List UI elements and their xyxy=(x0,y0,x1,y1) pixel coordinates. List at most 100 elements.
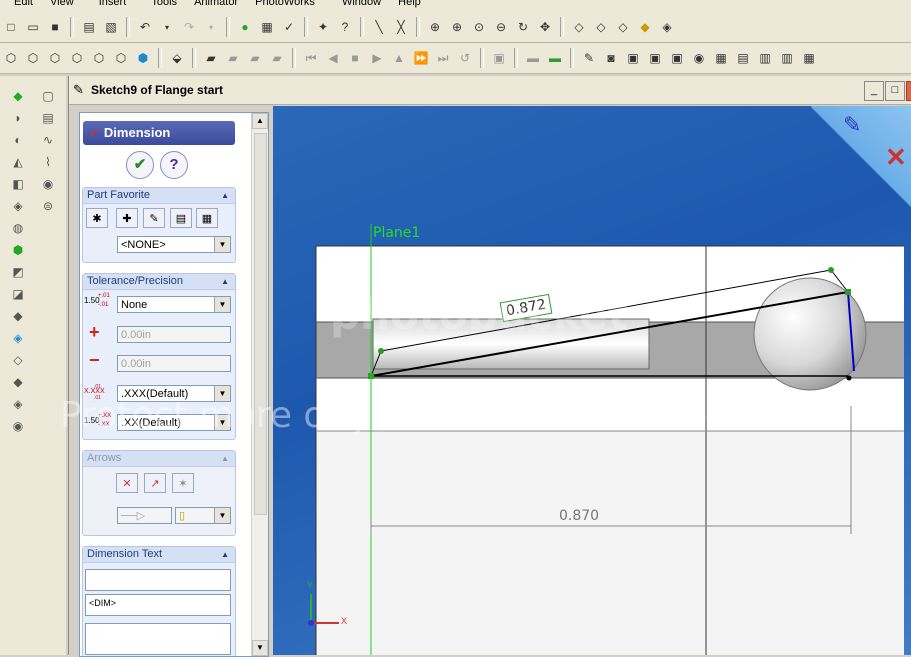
menu-insert[interactable]: Insert xyxy=(99,0,127,8)
scroll-thumb[interactable] xyxy=(254,133,267,515)
save-icon[interactable]: ■ xyxy=(46,18,64,36)
menu-tools[interactable]: Tools xyxy=(151,0,177,8)
view-iso-icon[interactable]: ⬢ xyxy=(134,49,152,67)
dome-icon[interactable]: ◈ xyxy=(10,330,26,346)
help-icon[interactable]: ? xyxy=(336,18,354,36)
motion2-icon[interactable]: ▰ xyxy=(246,49,264,67)
chevron-down-icon[interactable]: ▼ xyxy=(214,508,230,523)
paste-icon[interactable]: ▥ xyxy=(778,49,796,67)
chevron-down-icon[interactable]: ▼ xyxy=(214,237,230,252)
zoom-area-icon[interactable]: ⊙ xyxy=(470,18,488,36)
cancel-sketch-icon[interactable]: ✕ xyxy=(885,142,907,173)
skip-start-icon[interactable]: ⏮ xyxy=(302,49,320,67)
skip-end-icon[interactable]: ⏭ xyxy=(434,49,452,67)
chevron-down-icon[interactable]: ▼ xyxy=(214,415,230,430)
sketch-3d-icon[interactable]: ▤ xyxy=(40,110,56,126)
fast-forward-icon[interactable]: ⏩ xyxy=(412,49,430,67)
arrows-header[interactable]: Arrows ▲ xyxy=(83,451,235,467)
save-animation-icon[interactable]: ▬ xyxy=(524,49,542,67)
horizontal-dimension-label[interactable]: 0.870 xyxy=(559,508,599,524)
zoom-in-icon[interactable]: ⊕ xyxy=(448,18,466,36)
rib-icon[interactable]: ◩ xyxy=(10,264,26,280)
shell-icon[interactable]: ⬢ xyxy=(10,242,26,258)
render-icon[interactable]: ✎ xyxy=(580,49,598,67)
scroll-up-icon[interactable]: ▲ xyxy=(252,113,268,129)
camera-icon[interactable]: ◙ xyxy=(602,49,620,67)
graphics-area[interactable]: Plane1 0.872 0.870 Y X ✎ ✕ xyxy=(273,106,911,655)
loft-icon[interactable]: ◭ xyxy=(10,154,26,170)
exit-sketch-icon[interactable]: ✎ xyxy=(843,112,861,138)
view-left-icon[interactable]: ⬡ xyxy=(46,49,64,67)
collapse-icon[interactable]: ▲ xyxy=(221,451,229,466)
decal-icon[interactable]: ◉ xyxy=(690,49,708,67)
view-top-icon[interactable]: ⬡ xyxy=(90,49,108,67)
dimension-text-below-field[interactable] xyxy=(85,623,231,655)
arrows-inside-icon[interactable]: ↗ xyxy=(144,473,166,493)
apply-favorite-icon[interactable]: ✱ xyxy=(86,208,108,228)
maximize-button[interactable]: □ xyxy=(885,81,905,101)
leader-style-select[interactable]: ▯ ▼ xyxy=(175,507,231,524)
menu-help[interactable]: Help xyxy=(398,0,421,8)
favorite-select[interactable]: <NONE> ▼ xyxy=(117,236,231,253)
offset-icon[interactable]: ⊜ xyxy=(40,198,56,214)
layers-icon[interactable]: ▤ xyxy=(734,49,752,67)
centerline-icon[interactable]: ⌇ xyxy=(40,154,56,170)
dimension-text-above-field[interactable] xyxy=(85,569,231,591)
redo-icon[interactable]: ↷ xyxy=(180,18,198,36)
collapse-icon[interactable]: ▲ xyxy=(221,188,229,203)
stop-icon[interactable]: ■ xyxy=(346,49,364,67)
rewind-icon[interactable]: ◀ xyxy=(324,49,342,67)
line-tool-icon[interactable]: ╲ xyxy=(370,18,388,36)
view-back-icon[interactable]: ⬡ xyxy=(24,49,42,67)
close-button[interactable] xyxy=(906,81,911,101)
chevron-down-icon[interactable]: ▼ xyxy=(214,386,230,401)
dimension-text-dim-field[interactable]: <DIM> xyxy=(85,594,231,616)
sweep-icon[interactable]: ◐ xyxy=(10,132,26,148)
extrude-icon[interactable]: ◆ xyxy=(10,88,26,104)
tolerance-precision-select[interactable]: .XX(Default) ▼ xyxy=(117,414,231,431)
options-grid-icon[interactable]: ▦ xyxy=(712,49,730,67)
motion3-icon[interactable]: ▰ xyxy=(268,49,286,67)
photo-icon[interactable]: ▦ xyxy=(800,49,818,67)
view-bottom-icon[interactable]: ⬡ xyxy=(112,49,130,67)
save-favorite-icon[interactable]: ▦ xyxy=(196,208,218,228)
ok-button[interactable]: ✔ xyxy=(126,151,154,179)
shaded-icon[interactable]: ◆ xyxy=(636,18,654,36)
arrows-smart-icon[interactable]: ✶ xyxy=(172,473,194,493)
animator-icon[interactable]: ▰ xyxy=(202,49,220,67)
help-button[interactable]: ? xyxy=(160,151,188,179)
menu-window[interactable]: Window xyxy=(342,0,381,8)
wireframe-icon[interactable]: ◇ xyxy=(570,18,588,36)
plane-icon[interactable]: ◉ xyxy=(10,418,26,434)
spline-icon[interactable]: ∿ xyxy=(40,132,56,148)
options-icon[interactable]: ✓ xyxy=(280,18,298,36)
menu-edit[interactable]: Edit xyxy=(14,0,33,8)
lights-icon[interactable]: ▣ xyxy=(646,49,664,67)
dropdown-arrow-icon[interactable]: ▾ xyxy=(158,18,176,36)
tolerance-type-select[interactable]: None ▼ xyxy=(117,296,231,313)
menu-photoworks[interactable]: PhotoWorks xyxy=(255,0,315,8)
open-folder-icon[interactable]: ▭ xyxy=(24,18,42,36)
rebuild-icon[interactable]: ● xyxy=(236,18,254,36)
export-icon[interactable]: ▬ xyxy=(546,49,564,67)
curve-icon[interactable]: ◈ xyxy=(10,396,26,412)
dropdown-arrow-icon[interactable]: ▾ xyxy=(202,18,220,36)
new-document-icon[interactable]: □ xyxy=(2,18,20,36)
undo-icon[interactable]: ↶ xyxy=(136,18,154,36)
add-favorite-icon[interactable]: ✚ xyxy=(116,208,138,228)
plane1-label[interactable]: Plane1 xyxy=(373,225,420,241)
sketch-point[interactable] xyxy=(845,289,851,295)
step-icon[interactable]: ▲ xyxy=(390,49,408,67)
tolerance-header[interactable]: Tolerance/Precision ▲ xyxy=(83,274,235,290)
draft-icon[interactable]: ◪ xyxy=(10,286,26,302)
scene-icon[interactable]: ▣ xyxy=(624,49,642,67)
normal-to-icon[interactable]: ⬙ xyxy=(168,49,186,67)
part-favorite-header[interactable]: Part Favorite ▲ xyxy=(83,188,235,204)
delete-favorite-icon[interactable]: ▤ xyxy=(170,208,192,228)
arrow-style-select[interactable]: ──▷ xyxy=(117,507,172,524)
primary-precision-select[interactable]: .XXX(Default) ▼ xyxy=(117,385,231,402)
menu-animator[interactable]: Animator xyxy=(194,0,238,8)
cut-icon[interactable]: ◧ xyxy=(10,176,26,192)
shadow-icon[interactable]: ◈ xyxy=(658,18,676,36)
play-icon[interactable]: ▶ xyxy=(368,49,386,67)
